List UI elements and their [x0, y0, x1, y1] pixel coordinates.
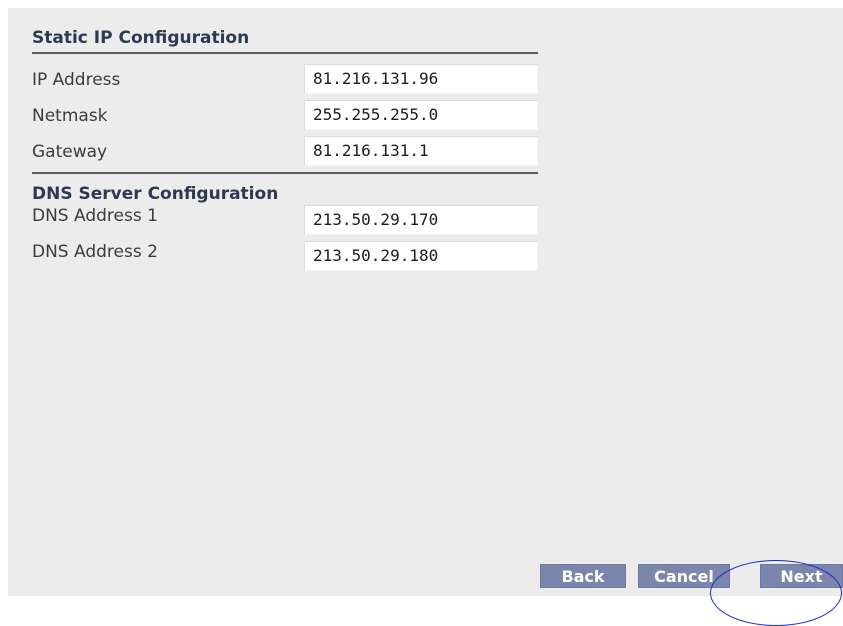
next-button[interactable]: Next: [760, 564, 843, 588]
dns-address-1-label: DNS Address 1: [32, 206, 158, 226]
cancel-button[interactable]: Cancel: [638, 564, 730, 588]
back-button[interactable]: Back: [540, 564, 626, 588]
static-ip-divider: [32, 52, 538, 54]
static-ip-section-title: Static IP Configuration: [32, 28, 250, 48]
dns-address-2-label: DNS Address 2: [32, 242, 158, 262]
netmask-label: Netmask: [32, 106, 108, 126]
ip-address-label: IP Address: [32, 70, 121, 90]
gateway-label: Gateway: [32, 142, 108, 162]
dns-divider: [32, 172, 538, 174]
dns-address-1-input[interactable]: 213.50.29.170: [304, 205, 538, 235]
gateway-input[interactable]: 81.216.131.1: [304, 136, 538, 166]
dns-section-title: DNS Server Configuration: [32, 184, 279, 204]
netmask-input[interactable]: 255.255.255.0: [304, 100, 538, 130]
ip-address-input[interactable]: 81.216.131.96: [304, 64, 538, 94]
dns-address-2-input[interactable]: 213.50.29.180: [304, 241, 538, 271]
network-config-panel: Static IP Configuration IP Address 81.21…: [8, 8, 843, 596]
